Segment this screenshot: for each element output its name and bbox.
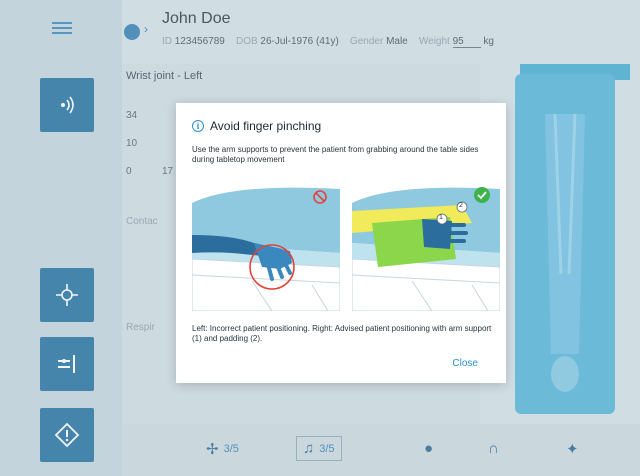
incorrect-illustration	[192, 183, 340, 311]
correct-illustration: 1 2	[352, 183, 500, 311]
info-icon: i	[192, 120, 204, 132]
close-button[interactable]: Close	[452, 358, 478, 369]
dialog-caption: Left: Incorrect patient positioning. Rig…	[192, 324, 492, 343]
marker-2-label: 2	[459, 202, 463, 209]
check-icon	[474, 187, 490, 203]
dialog-body: Use the arm supports to prevent the pati…	[192, 145, 479, 164]
dialog-title: Avoid finger pinching	[210, 119, 322, 133]
marker-1-label: 1	[439, 214, 443, 221]
warning-dialog: i Avoid finger pinching Use the arm supp…	[176, 103, 506, 383]
